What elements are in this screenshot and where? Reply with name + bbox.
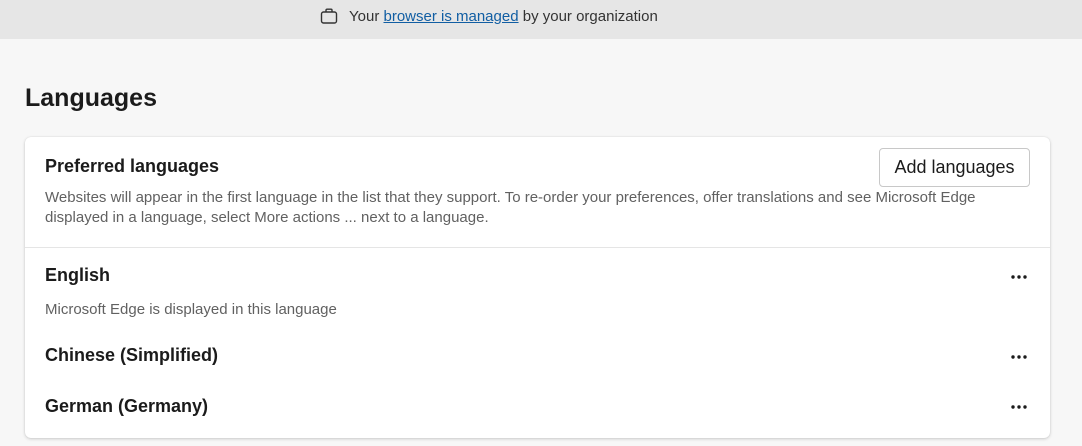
language-subtitle: Microsoft Edge is displayed in this lang… [45, 301, 337, 318]
managed-browser-banner: Your browser is managed by your organiza… [0, 0, 1082, 39]
page-title: Languages [25, 84, 157, 112]
add-languages-button[interactable]: Add languages [879, 148, 1030, 187]
more-actions-icon[interactable] [1003, 345, 1035, 369]
briefcase-icon [319, 6, 339, 26]
banner-text-before: Your [349, 7, 380, 25]
browser-managed-link[interactable]: browser is managed [383, 8, 518, 25]
preferred-languages-header: Preferred languages Websites will appear… [25, 137, 1050, 248]
language-name: German (Germany) [45, 396, 209, 416]
more-actions-icon[interactable] [1003, 265, 1035, 289]
language-name: English [45, 265, 111, 285]
preferred-languages-description: Websites will appear in the first langua… [45, 189, 976, 226]
preferred-languages-title: Preferred languages [45, 156, 220, 176]
languages-card: Preferred languages Websites will appear… [25, 137, 1050, 438]
banner-text-after: by your organization [522, 7, 658, 25]
language-name: Chinese (Simplified) [45, 345, 219, 365]
managed-browser-notice: Your browser is managed by your organiza… [319, 6, 658, 26]
more-actions-icon[interactable] [1003, 395, 1035, 419]
